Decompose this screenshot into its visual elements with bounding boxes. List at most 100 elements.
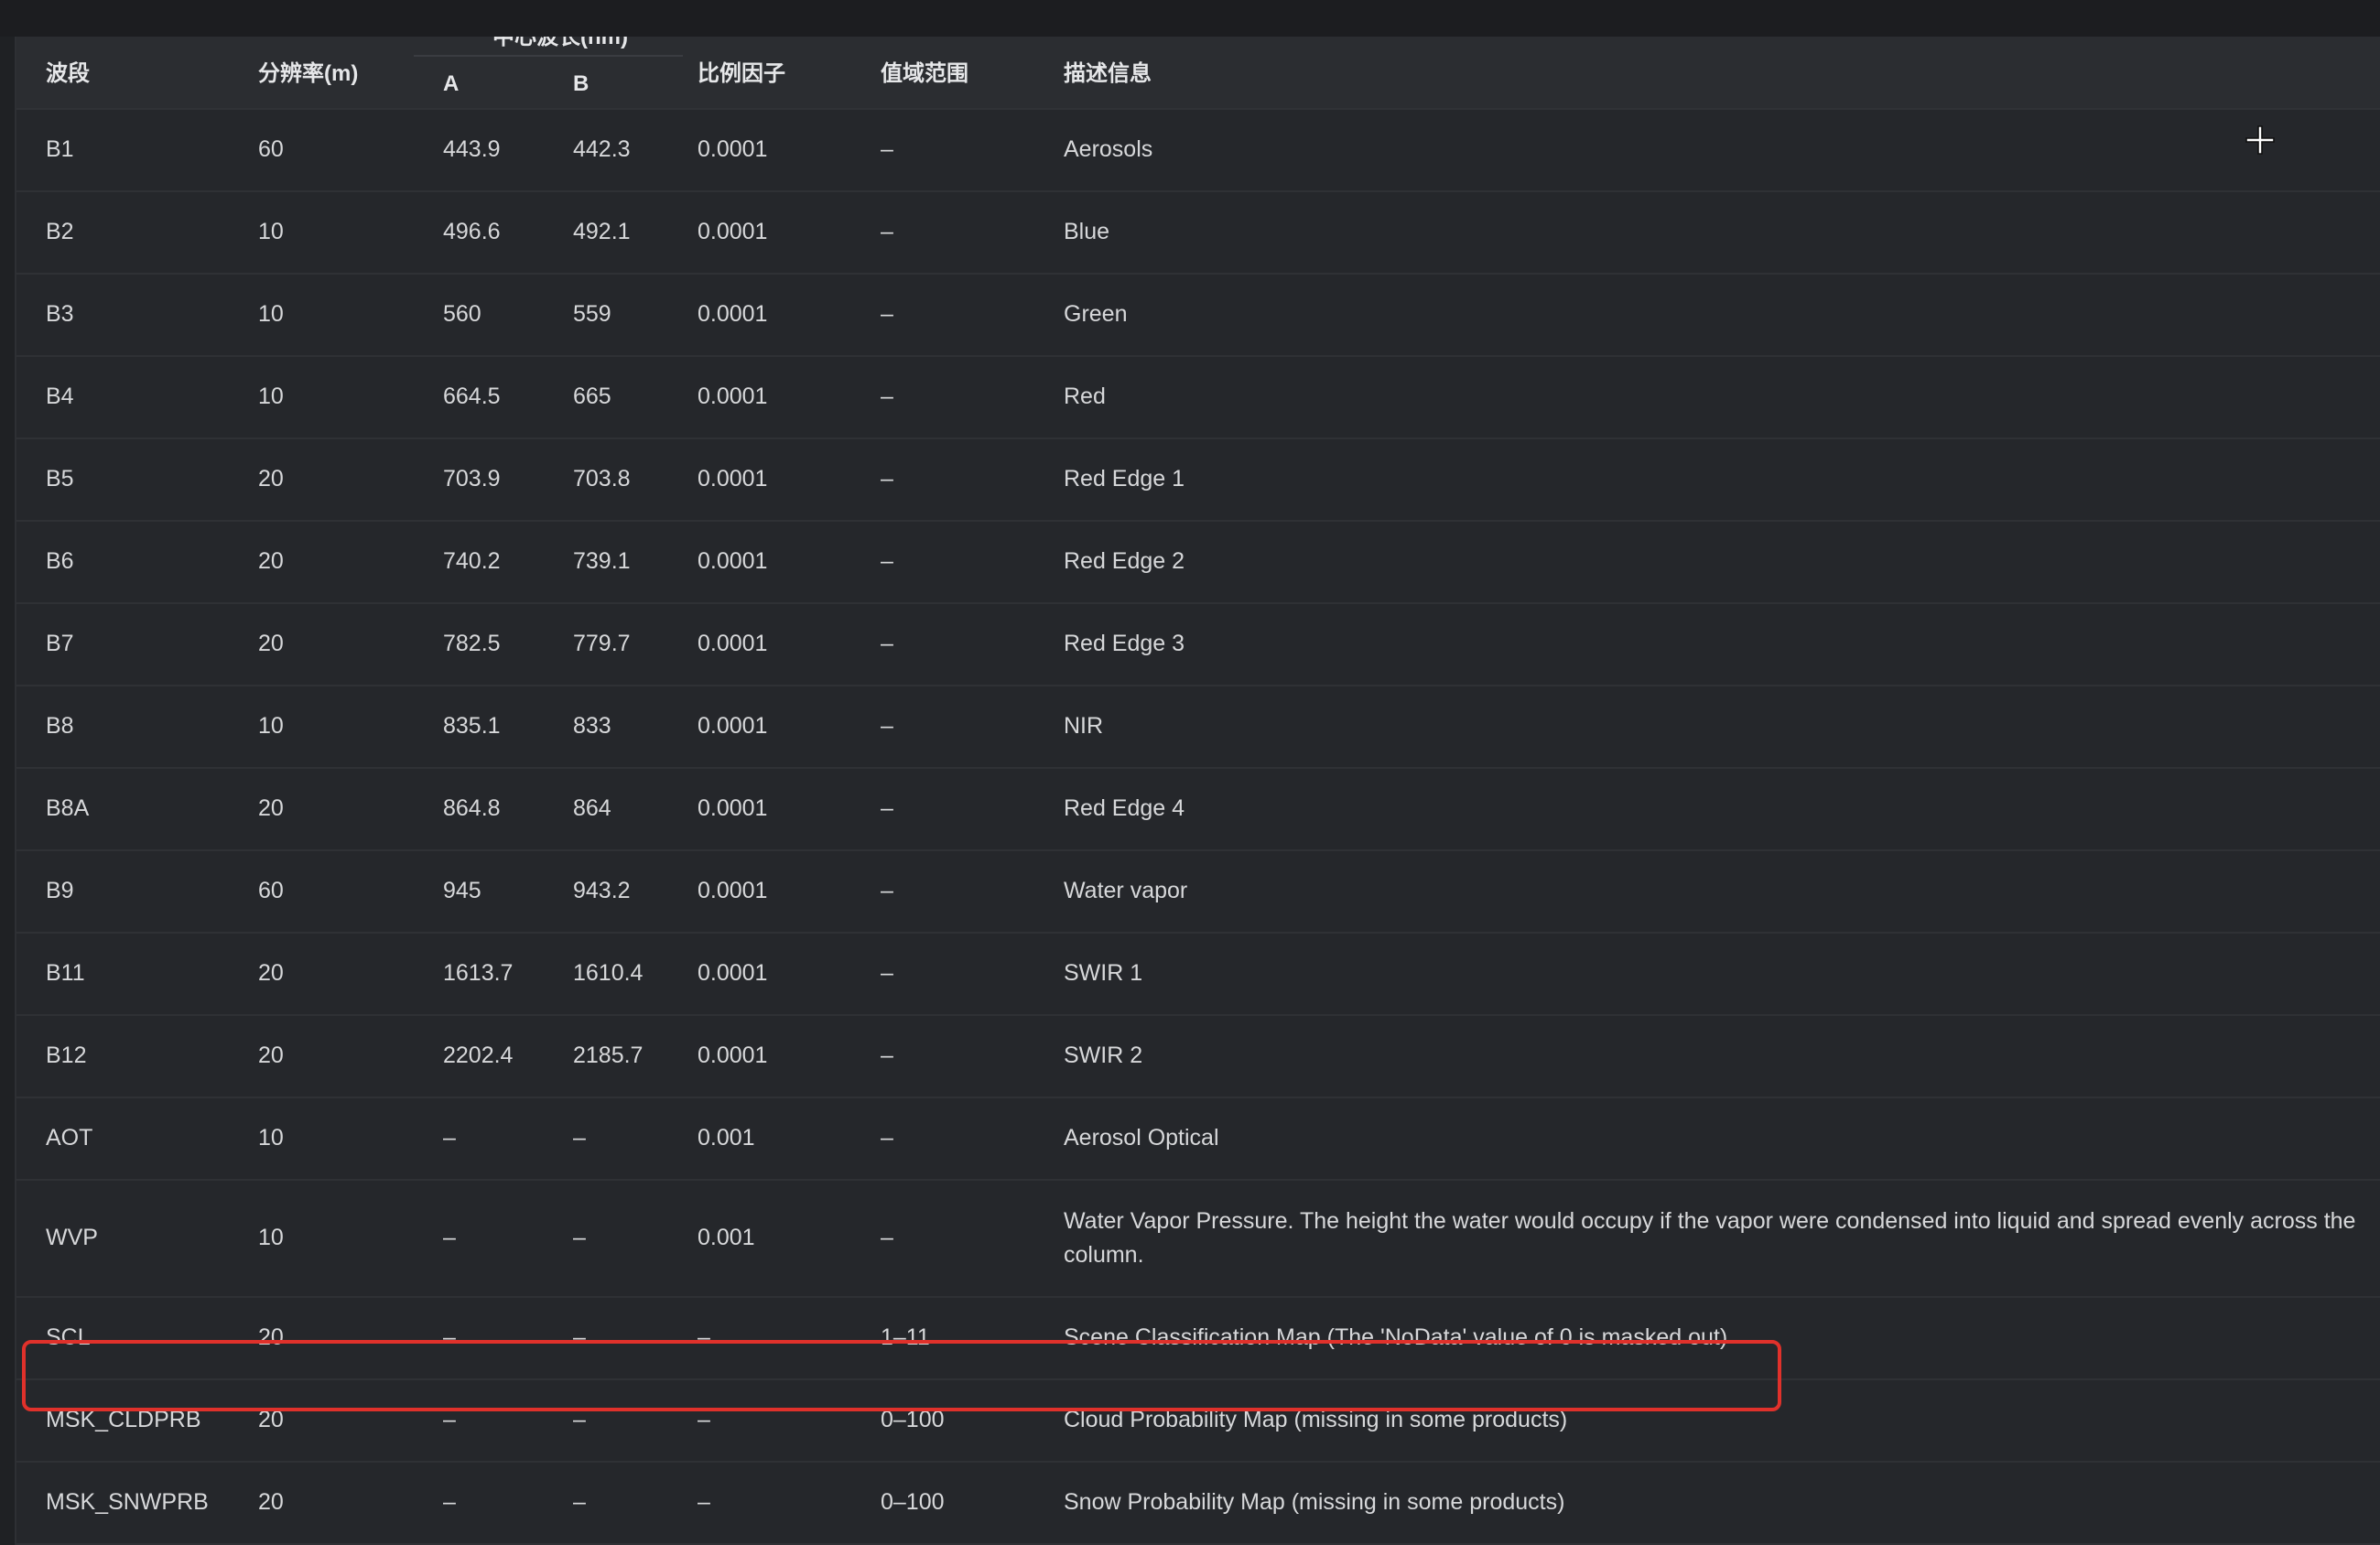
header-scale-factor[interactable]: 比例因子 (698, 55, 785, 87)
cell-wavelength-b: 864 (573, 795, 611, 821)
cell-wavelength-b: 2185.7 (573, 1043, 644, 1068)
cell-band: B8A (46, 795, 90, 821)
header-band[interactable]: 波段 (46, 55, 90, 87)
table-row[interactable]: AOT 10 – – 0.001 – Aerosol Optical (16, 1098, 2380, 1181)
cell-scale-factor: 0.0001 (698, 1043, 768, 1068)
header-wavelength-b[interactable]: B (573, 71, 589, 97)
cell-description: Red Edge 1 (1064, 466, 1185, 492)
cell-band: MSK_CLDPRB (46, 1407, 201, 1432)
table-row[interactable]: WVP 10 – – 0.001 – Water Vapor Pressure. The h… (16, 1181, 2380, 1298)
cell-wavelength-b: 492.1 (573, 219, 631, 244)
cell-resolution: 20 (258, 1324, 284, 1350)
cell-scale-factor: 0.001 (698, 1225, 755, 1250)
cell-wavelength-b: 1610.4 (573, 960, 644, 986)
cell-scale-factor: 0.0001 (698, 713, 768, 739)
cell-value-range: – (881, 1043, 893, 1068)
cell-description: Water Vapor Pressure. The height the wat… (1064, 1208, 2356, 1268)
cell-resolution: 60 (258, 878, 284, 903)
cell-scale-factor: 0.0001 (698, 548, 768, 574)
top-bar (0, 0, 2380, 37)
cell-value-range: – (881, 713, 893, 739)
cell-band: AOT (46, 1125, 93, 1151)
cell-scale-factor: – (698, 1489, 710, 1515)
cell-band: B5 (46, 466, 74, 492)
cell-resolution: 10 (258, 1225, 284, 1250)
cell-scale-factor: – (698, 1407, 710, 1432)
cell-scale-factor: 0.0001 (698, 631, 768, 656)
cell-band: B3 (46, 301, 74, 327)
table-row[interactable]: B8 10 835.1 833 0.0001 – NIR (16, 686, 2380, 769)
cell-value-range: 0–100 (881, 1407, 945, 1432)
cell-band: B1 (46, 136, 74, 162)
cell-description: Cloud Probability Map (missing in some p… (1064, 1407, 1568, 1432)
cell-band: B11 (46, 960, 85, 986)
cell-wavelength-a: – (443, 1125, 456, 1151)
cell-scale-factor: 0.0001 (698, 301, 768, 327)
table-row[interactable]: SCL 20 – – – 1–11 Scene Classification Map (Th… (16, 1298, 2380, 1380)
cell-band: B12 (46, 1043, 87, 1068)
cell-description: Red Edge 4 (1064, 795, 1185, 821)
cell-wavelength-b: 833 (573, 713, 611, 739)
cell-description: Snow Probability Map (missing in some pr… (1064, 1489, 1565, 1515)
cell-description: Water vapor (1064, 878, 1188, 903)
cell-scale-factor: – (698, 1324, 710, 1350)
header-wavelength-a[interactable]: A (443, 71, 459, 97)
table-row[interactable]: B8A 20 864.8 864 0.0001 – Red Edge 4 (16, 769, 2380, 851)
table-row[interactable]: B6 20 740.2 739.1 0.0001 – Red Edge 2 (16, 522, 2380, 604)
cell-scale-factor: 0.0001 (698, 960, 768, 986)
cell-description: Red Edge 3 (1064, 631, 1185, 656)
table-row[interactable]: B3 10 560 559 0.0001 – Green (16, 275, 2380, 357)
cell-wavelength-a: 560 (443, 301, 481, 327)
cell-value-range: – (881, 466, 893, 492)
cell-wavelength-b: 703.8 (573, 466, 631, 492)
table-row[interactable]: B5 20 703.9 703.8 0.0001 – Red Edge 1 (16, 439, 2380, 522)
cell-wavelength-a: 835.1 (443, 713, 501, 739)
cell-scale-factor: 0.0001 (698, 136, 768, 162)
header-resolution[interactable]: 分辨率(m) (258, 55, 358, 87)
table-row[interactable]: B7 20 782.5 779.7 0.0001 – Red Edge 3 (16, 604, 2380, 686)
table-row[interactable]: MSK_SNWPRB 20 – – – 0–100 Snow Probability Map… (16, 1463, 2380, 1545)
cell-resolution: 20 (258, 795, 284, 821)
header-group-divider (414, 55, 683, 57)
cell-resolution: 10 (258, 384, 284, 409)
cell-value-range: – (881, 795, 893, 821)
table-row[interactable]: B9 60 945 943.2 0.0001 – Water vapor (16, 851, 2380, 934)
cell-wavelength-a: 945 (443, 878, 481, 903)
cell-scale-factor: 0.0001 (698, 219, 768, 244)
cell-wavelength-a: 496.6 (443, 219, 501, 244)
table-row[interactable]: B12 20 2202.4 2185.7 0.0001 – SWIR 2 (16, 1016, 2380, 1098)
cell-resolution: 20 (258, 466, 284, 492)
cell-band: B8 (46, 713, 74, 739)
table-row[interactable]: B2 10 496.6 492.1 0.0001 – Blue (16, 192, 2380, 275)
cell-wavelength-a: 740.2 (443, 548, 501, 574)
header-description[interactable]: 描述信息 (1064, 55, 1152, 87)
cell-value-range: – (881, 548, 893, 574)
cell-wavelength-b: 779.7 (573, 631, 631, 656)
cell-value-range: – (881, 960, 893, 986)
cell-value-range: 1–11 (881, 1324, 930, 1350)
cell-wavelength-b: – (573, 1324, 586, 1350)
cell-scale-factor: 0.001 (698, 1125, 755, 1151)
table-row[interactable]: B4 10 664.5 665 0.0001 – Red (16, 357, 2380, 439)
cell-value-range: – (881, 136, 893, 162)
cell-scale-factor: 0.0001 (698, 878, 768, 903)
cell-wavelength-a: 782.5 (443, 631, 501, 656)
cell-wavelength-a: 1613.7 (443, 960, 514, 986)
cell-wavelength-b: 559 (573, 301, 611, 327)
cell-resolution: 20 (258, 1407, 284, 1432)
cell-resolution: 20 (258, 960, 284, 986)
cell-description: SWIR 1 (1064, 960, 1143, 986)
cell-resolution: 20 (258, 631, 284, 656)
cell-wavelength-b: 665 (573, 384, 611, 409)
table-row[interactable]: B1 60 443.9 442.3 0.0001 – Aerosols (16, 110, 2380, 192)
table-row[interactable]: B11 20 1613.7 1610.4 0.0001 – SWIR 1 (16, 934, 2380, 1016)
cell-resolution: 20 (258, 1489, 284, 1515)
cell-wavelength-a: 864.8 (443, 795, 501, 821)
header-value-range[interactable]: 值域范围 (881, 55, 968, 87)
cell-band: B2 (46, 219, 74, 244)
cell-description: Red (1064, 384, 1106, 409)
table-row[interactable]: MSK_CLDPRB 20 – – – 0–100 Cloud Probability Ma… (16, 1380, 2380, 1463)
cell-value-range: 0–100 (881, 1489, 945, 1515)
cell-band: B6 (46, 548, 74, 574)
cell-wavelength-b: 739.1 (573, 548, 631, 574)
